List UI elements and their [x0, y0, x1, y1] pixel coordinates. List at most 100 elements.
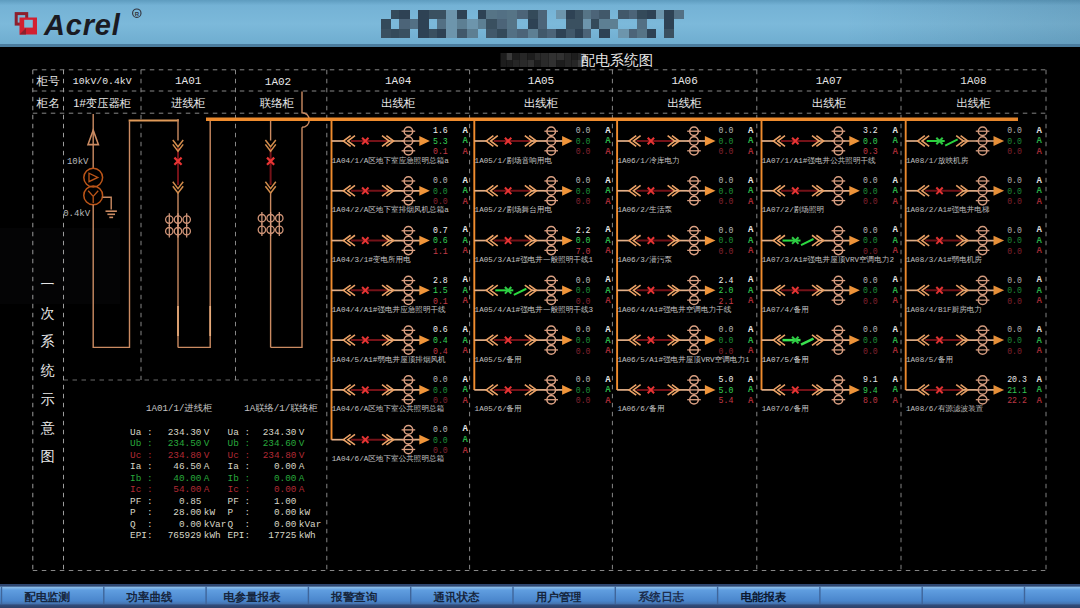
- svg-text:0.0: 0.0: [863, 247, 878, 256]
- svg-text:1.6: 1.6: [433, 126, 448, 135]
- svg-text:A: A: [892, 286, 898, 296]
- svg-text:V: V: [204, 438, 210, 449]
- svg-text:出线柜: 出线柜: [524, 97, 559, 109]
- svg-text:0.4kV: 0.4kV: [63, 209, 91, 219]
- svg-text:A: A: [892, 186, 898, 196]
- svg-text:A: A: [605, 346, 611, 356]
- svg-text:电参量报表: 电参量报表: [223, 591, 281, 604]
- svg-text:0.0: 0.0: [433, 197, 448, 206]
- svg-text:柜号: 柜号: [36, 75, 61, 87]
- svg-text:出线柜: 出线柜: [812, 97, 847, 109]
- svg-text:A: A: [892, 325, 898, 335]
- svg-text:A: A: [1037, 126, 1043, 136]
- svg-text:电能报表: 电能报表: [740, 591, 787, 603]
- svg-text:0.0: 0.0: [1007, 147, 1022, 156]
- svg-text:0.0: 0.0: [719, 187, 734, 196]
- svg-text:A: A: [892, 225, 898, 235]
- svg-text:A: A: [748, 346, 754, 356]
- svg-text:次: 次: [41, 305, 55, 321]
- svg-text:1A05/1/剧场音响用电: 1A05/1/剧场音响用电: [475, 156, 553, 165]
- svg-text:20.3: 20.3: [1007, 375, 1027, 384]
- svg-text:A: A: [462, 176, 468, 186]
- svg-text:A: A: [748, 126, 754, 136]
- svg-text:配电系统图: 配电系统图: [581, 52, 654, 68]
- svg-text:EPI:: EPI:: [130, 530, 153, 541]
- svg-text:0.0: 0.0: [576, 147, 591, 156]
- svg-text:A: A: [748, 197, 754, 207]
- svg-text:0.0: 0.0: [433, 396, 448, 405]
- svg-text:1A04/6/A区地下室公共照明总箱: 1A04/6/A区地下室公共照明总箱: [332, 454, 445, 463]
- svg-text:EPI:: EPI:: [228, 530, 251, 541]
- svg-text:234.80: 234.80: [168, 450, 202, 461]
- svg-text:A: A: [1037, 385, 1043, 395]
- svg-text:0.00: 0.00: [263, 519, 297, 530]
- svg-text:出线柜: 出线柜: [381, 97, 416, 109]
- svg-text:234.60: 234.60: [263, 438, 297, 449]
- svg-text:柜名: 柜名: [36, 97, 60, 109]
- svg-text:0.0: 0.0: [576, 396, 591, 405]
- svg-text:0.0: 0.0: [863, 197, 878, 206]
- svg-text:意: 意: [41, 420, 55, 436]
- svg-text:1A07/2/剧场照明: 1A07/2/剧场照明: [762, 205, 824, 214]
- svg-text:A: A: [1037, 147, 1043, 157]
- svg-text:0.0: 0.0: [433, 386, 448, 395]
- svg-text:1A07/1/A1#强电井公共照明干线: 1A07/1/A1#强电井公共照明干线: [762, 156, 876, 165]
- svg-text:A: A: [1037, 325, 1043, 335]
- svg-text:A: A: [204, 461, 210, 472]
- svg-text:A: A: [462, 296, 468, 306]
- svg-text:0.0: 0.0: [576, 187, 591, 196]
- svg-text:2.0: 2.0: [719, 286, 734, 295]
- svg-text:0.6: 0.6: [433, 236, 448, 245]
- svg-text:A: A: [748, 225, 754, 235]
- svg-text:0.0: 0.0: [719, 325, 734, 334]
- svg-text:A: A: [605, 325, 611, 335]
- svg-text:A: A: [748, 275, 754, 285]
- svg-text:1#变压器柜: 1#变压器柜: [73, 97, 131, 109]
- svg-text:0.0: 0.0: [719, 347, 734, 356]
- svg-text:功率曲线: 功率曲线: [126, 590, 174, 603]
- svg-text:A: A: [892, 385, 898, 395]
- svg-text:A: A: [462, 346, 468, 356]
- svg-text:系: 系: [41, 333, 55, 349]
- svg-text:0.3: 0.3: [863, 147, 878, 156]
- svg-text:0.0: 0.0: [719, 226, 734, 235]
- svg-text:54.00: 54.00: [168, 484, 202, 495]
- svg-text:A: A: [748, 385, 754, 395]
- svg-text:A: A: [299, 484, 305, 495]
- svg-text:1A05/3/A1#强电井一般照明干线1: 1A05/3/A1#强电井一般照明干线1: [475, 255, 594, 264]
- svg-text:Ia :: Ia :: [228, 461, 251, 472]
- svg-text:A: A: [1037, 246, 1043, 256]
- svg-text:0.0: 0.0: [1007, 297, 1022, 306]
- svg-text:kVar: kVar: [299, 519, 322, 530]
- svg-text:1.1: 1.1: [433, 247, 448, 256]
- svg-text:Q :: Q :: [228, 519, 251, 530]
- svg-text:5.0: 5.0: [719, 386, 734, 395]
- svg-text:1A06/6/备用: 1A06/6/备用: [617, 404, 664, 413]
- svg-text:0.0: 0.0: [1007, 336, 1022, 345]
- svg-text:0.1: 0.1: [433, 147, 448, 156]
- svg-text:A: A: [748, 336, 754, 346]
- svg-text:0.00: 0.00: [168, 519, 202, 530]
- svg-text:1A07/5/备用: 1A07/5/备用: [762, 355, 809, 364]
- svg-text:Ib :: Ib :: [228, 473, 251, 484]
- svg-text:40.00: 40.00: [168, 473, 202, 484]
- svg-text:A: A: [462, 396, 468, 406]
- svg-text:kW: kW: [204, 507, 216, 518]
- svg-text:0.0: 0.0: [1007, 176, 1022, 185]
- svg-text:A: A: [605, 176, 611, 186]
- svg-text:Acrel: Acrel: [43, 9, 121, 41]
- svg-text:Ic :: Ic :: [130, 484, 153, 495]
- svg-text:1A08/4/B1F厨房电力: 1A08/4/B1F厨房电力: [906, 305, 982, 314]
- svg-text:系统日志: 系统日志: [637, 590, 685, 603]
- svg-text:5.4: 5.4: [719, 396, 734, 405]
- svg-text:0.0: 0.0: [1007, 137, 1022, 146]
- svg-text:Ub :: Ub :: [130, 438, 153, 449]
- svg-text:Ua :: Ua :: [228, 427, 251, 438]
- svg-text:0.0: 0.0: [1007, 276, 1022, 285]
- svg-text:0.85: 0.85: [168, 496, 202, 507]
- svg-text:1A联络/1/联络柜: 1A联络/1/联络柜: [244, 403, 318, 414]
- svg-text:0.0: 0.0: [1007, 187, 1022, 196]
- svg-text:22.2: 22.2: [1007, 396, 1027, 405]
- svg-text:A: A: [748, 236, 754, 246]
- svg-text:图: 图: [41, 448, 55, 464]
